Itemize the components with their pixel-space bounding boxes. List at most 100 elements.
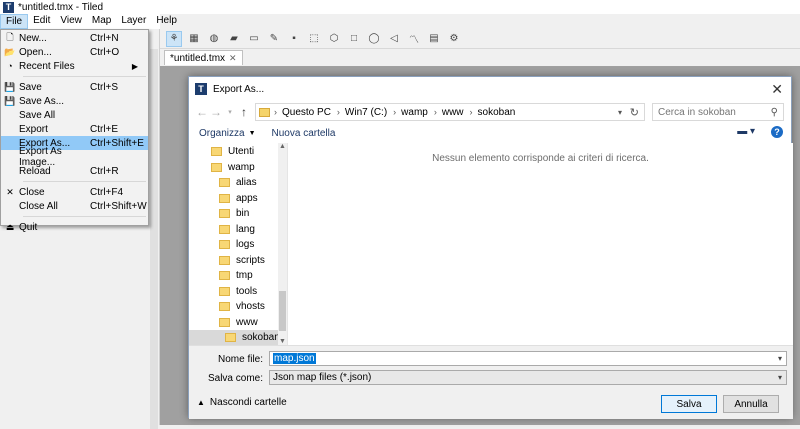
tree-item-tmp[interactable]: tmp (189, 268, 287, 284)
cancel-button[interactable]: Annulla (723, 395, 779, 413)
file-menu-item-export-as-image[interactable]: Export As Image... (1, 146, 148, 168)
close-icon: ✕ (6, 186, 14, 197)
tree-item-bin[interactable]: bin (189, 206, 287, 222)
folder-icon (219, 317, 230, 327)
open-folder-icon: 📂 (4, 46, 16, 57)
tree-item-wamp[interactable]: wamp (189, 160, 287, 176)
tree-item-apps[interactable]: apps (189, 191, 287, 207)
file-menu-item-new[interactable]: 🗋 New... Ctrl+N (1, 31, 148, 45)
file-menu-item-export[interactable]: Export Ctrl+E (1, 122, 148, 136)
forward-arrow-icon[interactable]: → (209, 105, 223, 119)
bucket-fill-icon[interactable]: ◍ (206, 31, 222, 47)
organize-button[interactable]: Organizza (199, 128, 245, 139)
menu-edit[interactable]: Edit (28, 14, 55, 29)
savetype-dropdown-icon[interactable]: ▾ (778, 373, 782, 382)
savetype-select[interactable]: Json map files (*.json) ▾ (269, 370, 787, 385)
export-as-dialog: T Export As... ✕ ← → ▾ ↑ › Questo PC › Win… (188, 76, 793, 419)
file-menu-item-save-all[interactable]: Save All (1, 108, 148, 122)
select-same-tile-icon[interactable]: ▪ (286, 31, 302, 47)
menu-help[interactable]: Help (151, 14, 182, 29)
tiled-app-icon: T (3, 1, 14, 13)
help-icon[interactable]: ? (771, 126, 783, 138)
menu-separator (23, 216, 146, 217)
breadcrumb-sokoban[interactable]: › sokoban (470, 107, 516, 118)
command-bar: Organizza ▼ Nuova cartella ▬ ▾ ? (189, 123, 793, 143)
tree-item-logs[interactable]: logs (189, 237, 287, 253)
address-dropdown-icon[interactable]: ▾ (618, 108, 622, 117)
tree-item-sokoban[interactable]: sokoban (189, 330, 287, 345)
breadcrumb-wamp[interactable]: › wamp (393, 107, 428, 118)
refresh-icon[interactable]: ↻ (630, 106, 639, 119)
hide-folders-toggle[interactable]: ▲ Nascondi cartelle (197, 397, 287, 408)
tree-item-scripts[interactable]: scripts (189, 253, 287, 269)
insert-polyline-icon[interactable]: 〽 (406, 31, 422, 47)
file-menu-item-recent-files[interactable]: ◔ Recent Files ▶ (1, 59, 148, 73)
back-arrow-icon[interactable]: ← (195, 105, 209, 119)
file-menu-item-close-all[interactable]: Close All Ctrl+Shift+W (1, 199, 148, 213)
filename-dropdown-icon[interactable]: ▾ (778, 354, 782, 363)
menu-layer[interactable]: Layer (116, 14, 151, 29)
tree-item-label: tools (236, 285, 258, 297)
scroll-up-icon[interactable]: ▲ (279, 143, 286, 150)
menu-item-shortcut: Ctrl+Shift+E (90, 137, 144, 149)
terrain-brush-icon[interactable]: ▦ (186, 31, 202, 47)
insert-polygon-icon[interactable]: ◁ (386, 31, 402, 47)
insert-tile-icon[interactable]: ▤ (426, 31, 442, 47)
file-menu-item-save-as[interactable]: 💾 Save As... (1, 94, 148, 108)
scroll-thumb[interactable] (279, 291, 286, 331)
tree-item-www[interactable]: www (189, 315, 287, 331)
address-bar[interactable]: › Questo PC › Win7 (C:) › wamp › www › sokoba… (255, 103, 645, 121)
insert-ellipse-icon[interactable]: ◯ (366, 31, 382, 47)
new-file-icon: 🗋 (6, 32, 14, 42)
breadcrumb-questo-pc[interactable]: › Questo PC (274, 107, 331, 118)
file-menu-item-save[interactable]: 💾 Save Ctrl+S (1, 80, 148, 94)
recent-locations-chevron-icon[interactable]: ▾ (223, 108, 237, 116)
view-options-icon[interactable]: ▬ ▾ (737, 126, 755, 137)
save-icon: 💾 (4, 81, 16, 92)
rect-select-icon[interactable]: ▭ (246, 31, 262, 47)
select-objects-icon[interactable]: ⬚ (306, 31, 322, 47)
tree-item-alias[interactable]: alias (189, 175, 287, 191)
breadcrumb-win7[interactable]: › Win7 (C:) (337, 107, 387, 118)
file-menu-dropdown: 🗋 New... Ctrl+N 📂 Open... Ctrl+O ◔ Recent Files… (0, 29, 149, 233)
tree-item-label: sokoban (242, 332, 280, 344)
menu-file[interactable]: File (0, 14, 29, 29)
file-menu-item-quit[interactable]: ⏏ Quit (1, 220, 148, 234)
magic-wand-icon[interactable]: ✎ (266, 31, 282, 47)
filename-field[interactable]: map.json ▾ (269, 351, 787, 366)
breadcrumb-www[interactable]: › www (434, 107, 464, 118)
save-button[interactable]: Salva (661, 395, 717, 413)
tree-item-vhosts[interactable]: vhosts (189, 299, 287, 315)
scroll-down-icon[interactable]: ▼ (279, 338, 286, 345)
insert-rectangle-icon[interactable]: □ (346, 31, 362, 47)
new-folder-button[interactable]: Nuova cartella (272, 128, 336, 139)
file-menu-item-reload[interactable]: Reload Ctrl+R (1, 164, 148, 178)
search-input[interactable] (658, 106, 768, 118)
folder-icon (219, 302, 230, 312)
window-title: *untitled.tmx - Tiled (18, 1, 104, 13)
tree-item-tools[interactable]: tools (189, 284, 287, 300)
tree-item-Utenti[interactable]: Utenti (189, 144, 287, 160)
insert-text-icon[interactable]: ⚙ (446, 31, 462, 47)
search-icon[interactable]: ⚲ (771, 107, 778, 118)
stamp-brush-icon[interactable]: ⚘ (166, 30, 182, 47)
menu-view[interactable]: View (55, 14, 87, 29)
dialog-close-icon[interactable]: ✕ (771, 81, 783, 98)
file-menu-item-close[interactable]: ✕ Close Ctrl+F4 (1, 185, 148, 199)
search-box[interactable]: ⚲ (652, 103, 784, 121)
file-list-pane[interactable]: Nessun elemento corrisponde ai criteri d… (288, 143, 793, 345)
eraser-icon[interactable]: ▰ (226, 31, 242, 47)
up-arrow-icon[interactable]: ↑ (237, 105, 251, 119)
file-menu-item-open[interactable]: 📂 Open... Ctrl+O (1, 45, 148, 59)
folder-icon (259, 107, 270, 117)
tree-scrollbar[interactable]: ▲ ▼ (278, 143, 287, 345)
edit-polygons-icon[interactable]: ⬡ (326, 31, 342, 47)
folder-icon (219, 240, 230, 250)
document-tab[interactable]: *untitled.tmx ✕ (164, 50, 243, 65)
recent-files-icon: ◔ (7, 61, 13, 71)
menu-map[interactable]: Map (87, 14, 116, 29)
tree-item-lang[interactable]: lang (189, 222, 287, 238)
tab-close-icon[interactable]: ✕ (229, 53, 237, 64)
folder-icon (219, 193, 230, 203)
menu-item-label: Save (19, 81, 42, 93)
